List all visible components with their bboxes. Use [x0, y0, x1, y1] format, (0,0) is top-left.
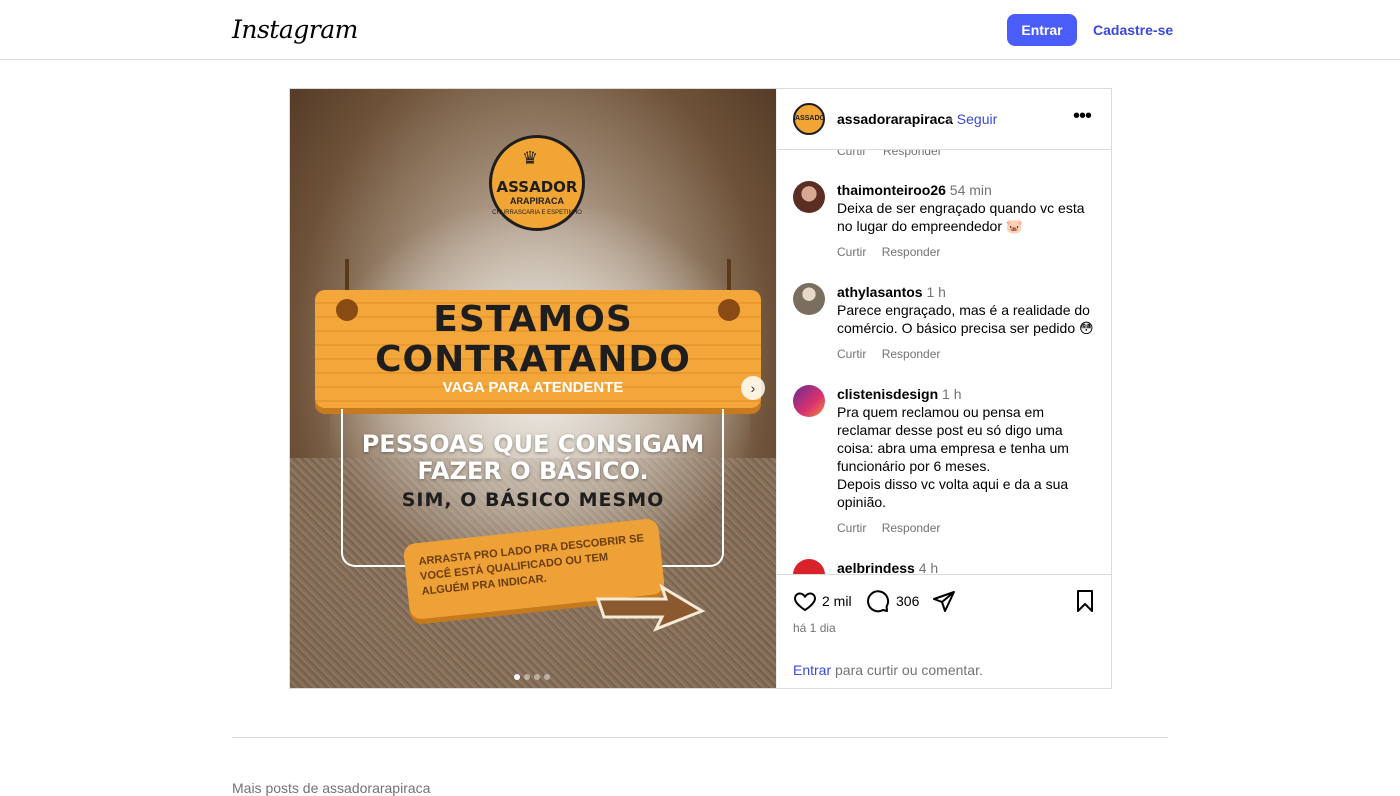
comments-count[interactable]: 306	[896, 593, 919, 609]
login-link[interactable]: Entrar	[793, 662, 831, 678]
author-username[interactable]: assadorarapiraca	[837, 111, 953, 127]
post-date[interactable]: há 1 dia	[793, 621, 836, 635]
login-prompt-text: para curtir ou comentar.	[831, 662, 983, 678]
comment-body: athylasantos 1 h Parece engraçado, mas é…	[837, 283, 1097, 363]
post-side-panel: ASSADOR assadorarapiraca • Seguir ••• Cu…	[776, 89, 1112, 688]
frame-line-1: PESSOAS QUE CONSIGAM	[361, 430, 705, 458]
comment-time: 1 h	[926, 284, 946, 300]
comment-text: Deixa de ser engraçado quando vc esta no…	[837, 200, 1085, 234]
top-nav: Instagram Entrar Cadastre-se	[0, 0, 1400, 60]
carousel-next-button[interactable]: ›	[741, 376, 765, 400]
commenter-avatar[interactable]	[793, 181, 825, 213]
author-avatar[interactable]: ASSADOR	[793, 103, 825, 135]
carousel-dot	[534, 674, 540, 680]
swipe-arrow-icon	[596, 583, 706, 632]
reply-comment-link[interactable]: Responder	[882, 347, 941, 361]
frame-line-2: FAZER O BÁSICO.	[417, 457, 649, 485]
like-comment-link[interactable]: Curtir	[837, 245, 866, 259]
carousel-dot	[524, 674, 530, 680]
comment-icon[interactable]	[866, 589, 890, 613]
comment-text: Pra quem reclamou ou pensa em reclamar d…	[837, 404, 1069, 510]
comment-body: thaimonteiroo26 54 min Deixa de ser engr…	[837, 181, 1097, 261]
comment-time: 4 h	[918, 560, 939, 574]
comment-actions: Curtir Responder	[837, 345, 1097, 363]
seal-city: ARAPIRACA	[510, 196, 564, 206]
seal-tagline: CHURRASCARIA E ESPETINHO	[492, 210, 582, 216]
signup-link[interactable]: Cadastre-se	[1093, 22, 1173, 38]
post-header: ASSADOR assadorarapiraca • Seguir •••	[777, 89, 1112, 150]
comment-body: aelbrindess 4 h	[837, 559, 1097, 574]
follow-link[interactable]: • Seguir	[948, 111, 997, 127]
likes-count[interactable]: 2 mil	[822, 593, 852, 609]
reply-comment-link[interactable]: Responder	[883, 150, 942, 158]
login-prompt: Entrar para curtir ou comentar.	[793, 662, 983, 678]
instagram-logo[interactable]: Instagram	[232, 15, 358, 44]
more-options-icon[interactable]: •••	[1073, 105, 1092, 128]
share-icon[interactable]	[932, 589, 956, 613]
carousel-dot	[544, 674, 550, 680]
section-divider	[232, 737, 1168, 738]
like-comment-link[interactable]: Curtir	[837, 347, 866, 361]
previous-comment-actions: Curtir Responder	[837, 150, 942, 158]
crown-icon: ♛	[522, 148, 539, 168]
comment-username[interactable]: aelbrindess	[837, 560, 915, 574]
comments-list[interactable]: Curtir Responder thaimonteiroo26 54 min …	[777, 150, 1112, 574]
more-posts-heading: Mais posts de assadorarapiraca	[232, 780, 431, 796]
carousel-dot	[514, 674, 520, 680]
brand-seal-logo: ♛ ASSADOR ARAPIRACA CHURRASCARIA E ESPET…	[489, 135, 585, 231]
seal-name: ASSADOR	[496, 178, 578, 196]
comment-username[interactable]: thaimonteiroo26	[837, 182, 946, 198]
follow-label[interactable]: Seguir	[957, 111, 997, 127]
commenter-avatar[interactable]	[793, 559, 825, 574]
reply-comment-link[interactable]: Responder	[882, 521, 941, 535]
like-comment-link[interactable]: Curtir	[837, 521, 866, 535]
comment-username[interactable]: athylasantos	[837, 284, 923, 300]
dot-separator: •	[948, 111, 953, 127]
sign-headline-1: ESTAMOS	[433, 299, 633, 340]
heart-icon[interactable]	[793, 589, 817, 613]
sign-headline-2: CONTRATANDO	[375, 339, 691, 380]
commenter-avatar[interactable]	[793, 283, 825, 315]
comment-time: 54 min	[949, 182, 992, 198]
sign-subheadline: VAGA PARA ATENDENTE	[442, 379, 624, 396]
comment-username[interactable]: clistenisdesign	[837, 386, 938, 402]
like-comment-link[interactable]: Curtir	[837, 150, 866, 158]
comment-actions: Curtir Responder	[837, 519, 1097, 537]
post-card: ♛ ASSADOR ARAPIRACA CHURRASCARIA E ESPET…	[289, 88, 1112, 689]
comment-text: Parece engraçado, mas é a realidade do c…	[837, 302, 1094, 336]
comment-body: clistenisdesign 1 h Pra quem reclamou ou…	[837, 385, 1097, 537]
reply-comment-link[interactable]: Responder	[882, 245, 941, 259]
frame-line-3: SIM, O BÁSICO MESMO	[401, 489, 665, 511]
carousel-dots	[514, 667, 554, 680]
comment-actions: Curtir Responder	[837, 243, 1097, 261]
commenter-avatar[interactable]	[793, 385, 825, 417]
bookmark-icon[interactable]	[1073, 589, 1097, 613]
post-media[interactable]: ♛ ASSADOR ARAPIRACA CHURRASCARIA E ESPET…	[290, 89, 776, 688]
login-button[interactable]: Entrar	[1007, 14, 1077, 46]
post-actions: 2 mil 306 há 1 dia Entrar para curtir ou…	[777, 574, 1112, 688]
comment-time: 1 h	[942, 386, 962, 402]
